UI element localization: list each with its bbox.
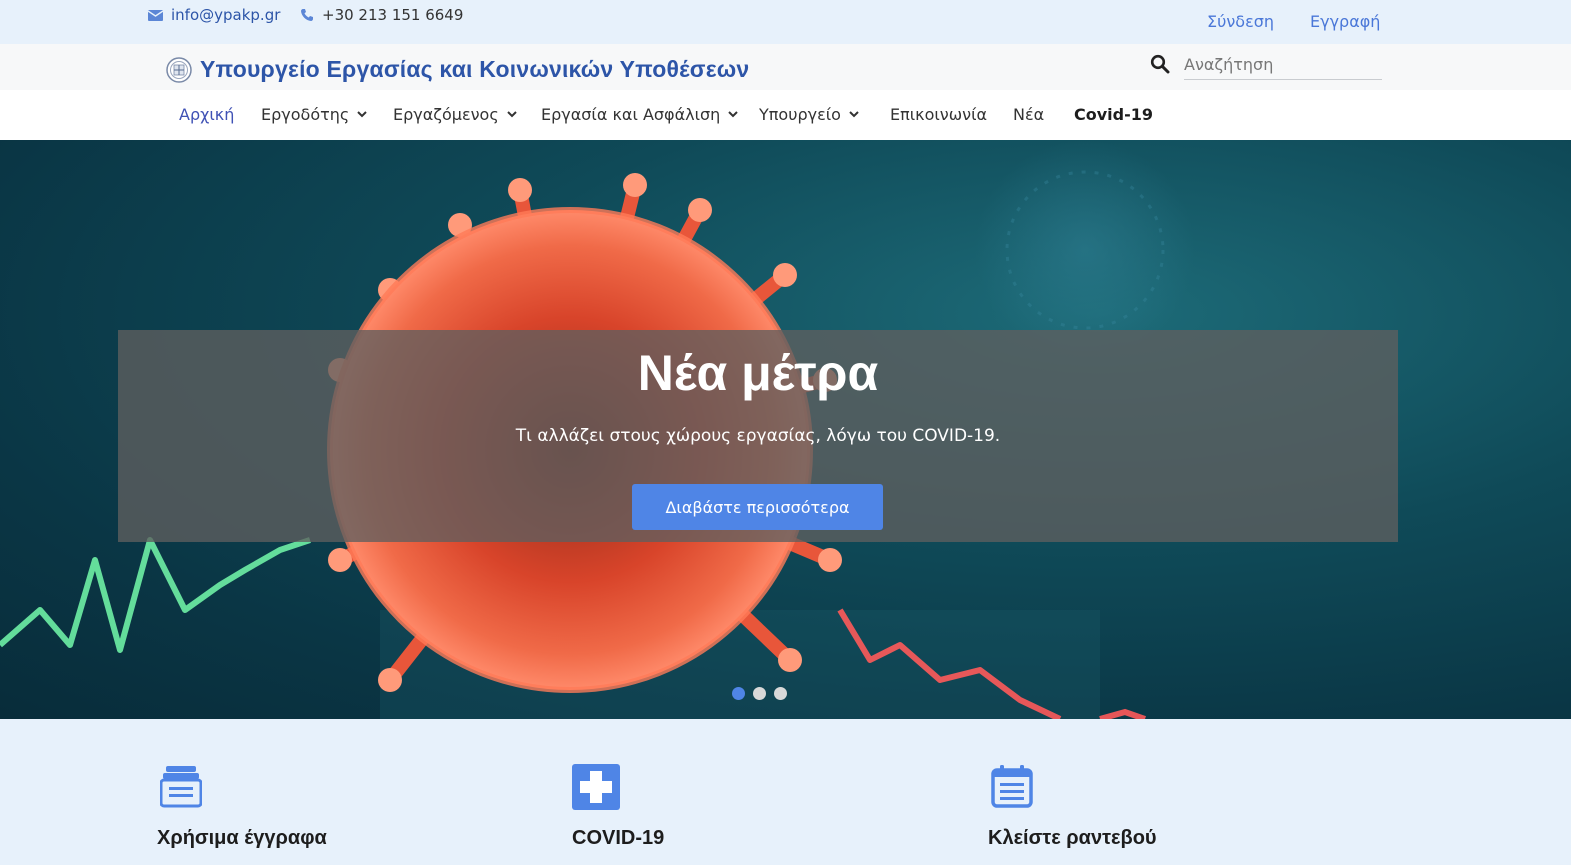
ministry-seal-icon (166, 56, 192, 83)
email-contact[interactable]: info@ypakp.gr (148, 6, 280, 24)
nav-label: Νέα (1013, 105, 1045, 124)
email-text: info@ypakp.gr (171, 6, 281, 24)
brand-bar: Υπουργείο Εργασίας και Κοινωνικών Υποθέσ… (0, 44, 1571, 90)
nav-covid[interactable]: Covid-19 (1074, 105, 1153, 124)
slider-indicators (732, 687, 787, 700)
chevron-down-icon (507, 111, 517, 118)
nav-label: Αρχική (179, 105, 235, 124)
nav-news[interactable]: Νέα (1013, 105, 1044, 124)
hero-subheading: Τι αλλάζει στους χώρους εργασίας, λόγω τ… (515, 426, 1001, 446)
nav-contact[interactable]: Επικοινωνία (890, 105, 987, 124)
phone-contact[interactable]: +30 213 151 6649 (300, 6, 463, 24)
phone-icon (301, 9, 313, 21)
features-section: Χρήσιμα έγγραφα COVID-19 Κλείστε ραντεβο… (0, 719, 1571, 865)
chevron-down-icon (849, 111, 859, 118)
feature-title: Χρήσιμα έγγραφα (157, 827, 327, 849)
nav-work-insurance[interactable]: Εργασία και Ασφάλιση (541, 105, 739, 124)
slide-indicator-2[interactable] (753, 687, 766, 700)
envelope-icon (148, 9, 163, 21)
register-link[interactable]: Εγγραφή (1310, 12, 1380, 31)
search-input[interactable] (1184, 49, 1382, 80)
chevron-down-icon (357, 111, 367, 118)
slide-indicator-1[interactable] (732, 687, 745, 700)
feature-title: Κλείστε ραντεβού (988, 827, 1157, 849)
feature-title: COVID-19 (572, 827, 665, 849)
nav-label: Εργαζόμενος (393, 105, 499, 124)
nav-label: Εργασία και Ασφάλιση (541, 105, 721, 124)
slide-indicator-3[interactable] (774, 687, 787, 700)
chevron-down-icon (728, 111, 739, 118)
nav-employer[interactable]: Εργοδότης (261, 105, 367, 124)
search-icon[interactable] (1150, 54, 1170, 74)
login-link[interactable]: Σύνδεση (1207, 12, 1274, 31)
search-box (1150, 49, 1385, 82)
hero-slider: Νέα μέτρα Τι αλλάζει στους χώρους εργασί… (0, 140, 1571, 719)
nav-employee[interactable]: Εργαζόμενος (393, 105, 517, 124)
read-more-button[interactable]: Διαβάστε περισσότερα (632, 484, 883, 530)
main-navigation: Αρχική Εργοδότης Εργαζόμενος Εργασία και… (0, 90, 1571, 140)
documents-icon (160, 766, 202, 808)
nav-home[interactable]: Αρχική (179, 105, 234, 124)
nav-label: Covid-19 (1074, 105, 1154, 124)
calendar-icon (991, 765, 1033, 808)
hero-caption-panel: Νέα μέτρα Τι αλλάζει στους χώρους εργασί… (118, 330, 1398, 542)
site-title: Υπουργείο Εργασίας και Κοινωνικών Υποθέσ… (200, 56, 750, 82)
phone-text: +30 213 151 6649 (322, 6, 464, 24)
nav-label: Υπουργείο (759, 105, 841, 124)
hero-heading: Νέα μέτρα (637, 345, 879, 401)
top-contact-bar: info@ypakp.gr +30 213 151 6649 Σύνδεση Ε… (0, 0, 1571, 44)
nav-ministry[interactable]: Υπουργείο (759, 105, 859, 124)
nav-label: Εργοδότης (261, 105, 350, 124)
medical-cross-icon (572, 764, 620, 810)
site-brand[interactable]: Υπουργείο Εργασίας και Κοινωνικών Υποθέσ… (166, 56, 749, 83)
nav-label: Επικοινωνία (890, 105, 988, 124)
